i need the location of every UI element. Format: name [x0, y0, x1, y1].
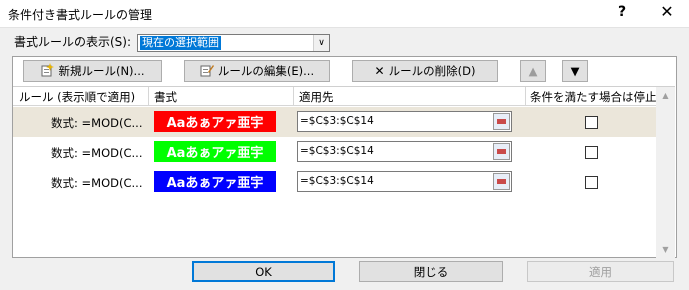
rule-name: 数式: =MOD(C... — [51, 116, 143, 130]
rule-name: 数式: =MOD(C... — [51, 146, 143, 160]
title-bar: 条件付き書式ルールの管理 ? ✕ — [0, 0, 689, 28]
rule-row[interactable]: 数式: =MOD(C... Aaあぁアァ亜宇 =$C$3:$C$14 — [13, 107, 656, 137]
show-rules-label: 書式ルールの表示(S): — [14, 35, 132, 49]
range-picker-icon[interactable] — [493, 143, 510, 160]
format-preview: Aaあぁアァ亜宇 — [154, 171, 276, 192]
applies-to-value: =$C$3:$C$14 — [300, 145, 374, 157]
column-header-format: 書式 — [154, 90, 177, 104]
stop-if-true-checkbox[interactable] — [585, 176, 598, 189]
delete-rule-label: ルールの削除(D) — [388, 64, 476, 78]
ok-button[interactable]: OK — [192, 261, 335, 282]
format-preview: Aaあぁアァ亜宇 — [154, 141, 276, 162]
edit-rule-label: ルールの編集(E)... — [217, 64, 315, 78]
delete-rule-button[interactable]: ✕ ルールの削除(D) — [352, 60, 498, 82]
applies-to-value: =$C$3:$C$14 — [300, 175, 374, 187]
arrow-up-icon: ▲ — [528, 64, 538, 78]
help-button[interactable]: ? — [612, 4, 632, 20]
edit-rule-icon — [200, 63, 214, 80]
column-divider[interactable] — [148, 87, 149, 106]
stop-if-true-checkbox[interactable] — [585, 146, 598, 159]
new-rule-button[interactable]: 新規ルール(N)... — [23, 60, 162, 82]
edit-rule-button[interactable]: ルールの編集(E)... — [184, 60, 330, 82]
applies-to-field[interactable]: =$C$3:$C$14 — [297, 111, 512, 132]
range-picker-icon[interactable] — [493, 173, 510, 190]
move-down-button[interactable]: ▼ — [562, 60, 588, 82]
chevron-down-icon[interactable]: ∨ — [313, 35, 329, 51]
window-title: 条件付き書式ルールの管理 — [8, 8, 153, 22]
rules-grid: ルール (表示順で適用) 書式 適用先 条件を満たす場合は停止 数式: =MOD… — [13, 86, 675, 258]
rule-row[interactable]: 数式: =MOD(C... Aaあぁアァ亜宇 =$C$3:$C$14 — [13, 137, 656, 167]
delete-icon: ✕ — [374, 64, 385, 78]
applies-to-field[interactable]: =$C$3:$C$14 — [297, 171, 512, 192]
applies-to-field[interactable]: =$C$3:$C$14 — [297, 141, 512, 162]
stop-if-true-checkbox[interactable] — [585, 116, 598, 129]
show-rules-select[interactable]: 現在の選択範囲 ∨ — [137, 34, 330, 52]
range-picker-icon[interactable] — [493, 113, 510, 130]
column-header-stop: 条件を満たす場合は停止 — [530, 90, 657, 104]
show-rules-value: 現在の選択範囲 — [140, 36, 221, 50]
rule-name: 数式: =MOD(C... — [51, 176, 143, 190]
grid-header: ルール (表示順で適用) 書式 適用先 条件を満たす場合は停止 — [13, 87, 657, 106]
format-preview: Aaあぁアァ亜宇 — [154, 111, 276, 132]
arrow-down-icon: ▼ — [570, 64, 580, 78]
new-rule-label: 新規ルール(N)... — [58, 64, 145, 78]
new-rule-icon — [40, 62, 55, 80]
column-divider[interactable] — [525, 87, 526, 106]
close-button[interactable]: 閉じる — [359, 261, 503, 282]
rule-row[interactable]: 数式: =MOD(C... Aaあぁアァ亜宇 =$C$3:$C$14 — [13, 167, 656, 197]
apply-button[interactable]: 適用 — [527, 261, 674, 282]
scroll-up-icon[interactable]: ▲ — [656, 87, 675, 104]
vertical-scrollbar[interactable]: ▲ ▼ — [656, 87, 675, 258]
column-divider[interactable] — [293, 87, 294, 106]
applies-to-value: =$C$3:$C$14 — [300, 115, 374, 127]
column-header-applies-to: 適用先 — [299, 90, 334, 104]
move-up-button[interactable]: ▲ — [520, 60, 546, 82]
column-header-rule: ルール (表示順で適用) — [19, 90, 136, 104]
scroll-down-icon[interactable]: ▼ — [656, 241, 675, 258]
close-icon[interactable]: ✕ — [655, 2, 679, 21]
